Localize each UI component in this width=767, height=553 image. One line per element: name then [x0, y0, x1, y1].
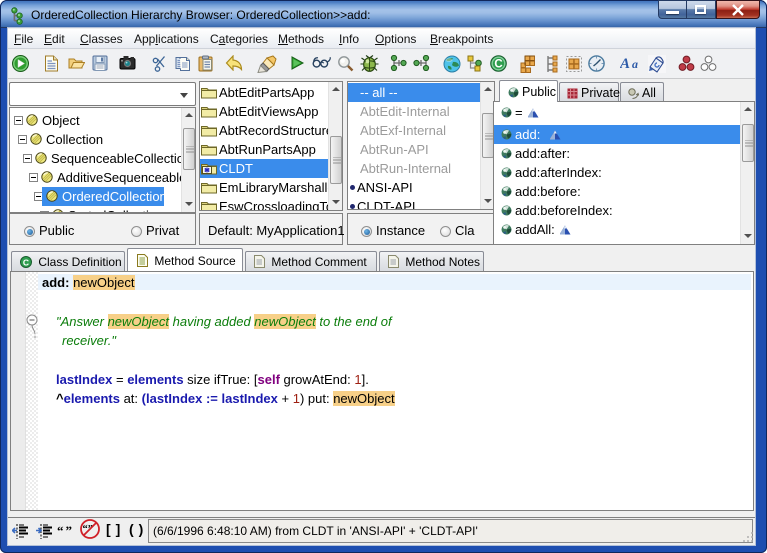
svg-text:C: C: [494, 59, 502, 71]
svg-text:a: a: [632, 57, 638, 71]
svg-text:A: A: [620, 56, 630, 71]
svg-text:C: C: [23, 257, 29, 267]
